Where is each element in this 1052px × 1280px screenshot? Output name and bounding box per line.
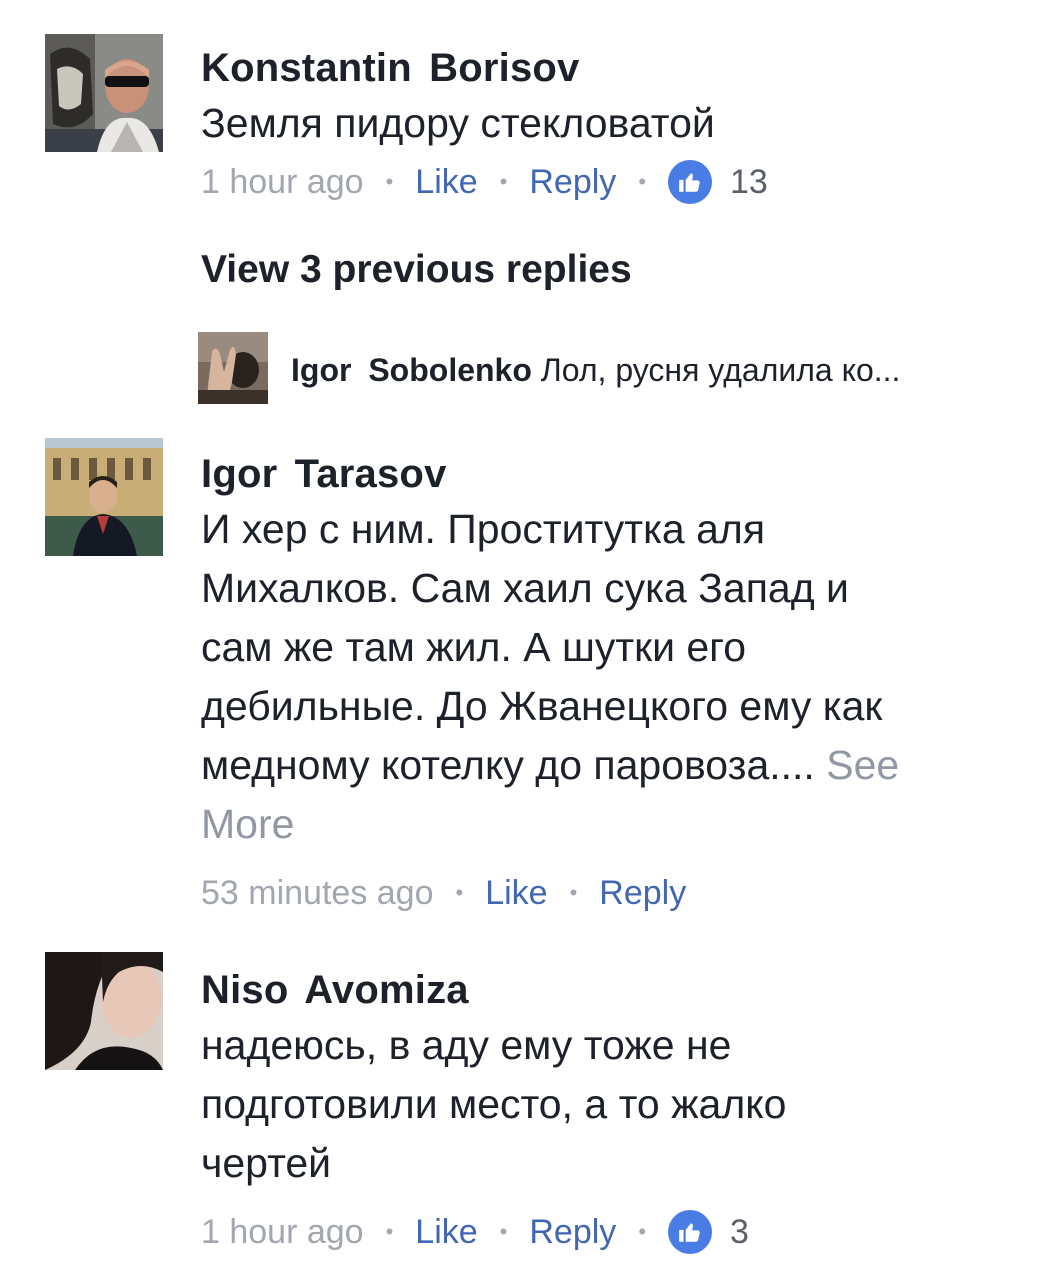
comments-page: Konstantin Borisov Земля пидору стеклова… bbox=[0, 0, 1052, 1280]
comment-meta: 1 hour ago • Like • Reply • 13 bbox=[201, 157, 1021, 207]
reply-button[interactable]: Reply bbox=[529, 163, 616, 202]
comment-text: И хер с ним. Проститутка аля Михалков. С… bbox=[201, 500, 1021, 854]
thumbs-up-icon[interactable] bbox=[668, 160, 713, 204]
see-more-link-continued[interactable]: More bbox=[201, 801, 294, 847]
reply-button[interactable]: Reply bbox=[599, 874, 686, 913]
avatar-image bbox=[45, 34, 163, 152]
comment-timestamp[interactable]: 53 minutes ago bbox=[201, 874, 434, 913]
comment-meta: 1 hour ago • Like • Reply • 3 bbox=[201, 1207, 1021, 1257]
like-button[interactable]: Like bbox=[415, 163, 477, 202]
separator-dot: • bbox=[499, 1219, 508, 1244]
reply-button[interactable]: Reply bbox=[529, 1213, 616, 1252]
comment-text-line: сам же там жил. А шутки его bbox=[201, 624, 747, 670]
comment-timestamp[interactable]: 1 hour ago bbox=[201, 1213, 364, 1252]
thumbs-up-icon[interactable] bbox=[668, 1210, 713, 1254]
comment-timestamp[interactable]: 1 hour ago bbox=[201, 163, 364, 202]
comment-text: Земля пидору стекловатой bbox=[201, 100, 715, 146]
comment-author[interactable]: Niso Avomiza bbox=[201, 966, 1021, 1014]
comment-text-line: чертей bbox=[201, 1140, 332, 1186]
separator-dot: • bbox=[455, 880, 464, 905]
avatar[interactable] bbox=[45, 438, 163, 556]
see-more-link[interactable]: See bbox=[826, 742, 899, 788]
comment-meta: 53 minutes ago • Like • Reply bbox=[201, 868, 1021, 918]
reaction-count[interactable]: 3 bbox=[730, 1213, 749, 1252]
comment-text-line: подготовили место, а то жалко bbox=[201, 1081, 787, 1127]
comment-text-fragment: медному котелку до паровоза.... bbox=[201, 742, 815, 788]
separator-dot: • bbox=[385, 169, 394, 194]
avatar[interactable] bbox=[198, 332, 268, 404]
comment-text-line: надеюсь, в аду ему тоже не bbox=[201, 1022, 732, 1068]
reply-text: Лол, русня удалила ко... bbox=[540, 352, 901, 388]
avatar-image bbox=[45, 438, 163, 556]
reaction-count[interactable]: 13 bbox=[730, 163, 768, 202]
like-button[interactable]: Like bbox=[485, 874, 547, 913]
reply-preview-line: Igor Sobolenko Лол, русня удалила ко... bbox=[291, 350, 1011, 390]
comment-text-line: More bbox=[201, 795, 1021, 854]
separator-dot: • bbox=[499, 169, 508, 194]
comment-text-line: И хер с ним. Проститутка аля bbox=[201, 506, 766, 552]
reply-author[interactable]: Igor Sobolenko bbox=[291, 352, 532, 388]
separator-dot: • bbox=[385, 1219, 394, 1244]
like-button[interactable]: Like bbox=[415, 1213, 477, 1252]
separator-dot: • bbox=[638, 169, 647, 194]
comment-author[interactable]: Igor Tarasov bbox=[201, 450, 1021, 498]
avatar[interactable] bbox=[45, 952, 163, 1070]
avatar-image bbox=[198, 332, 268, 404]
avatar[interactable] bbox=[45, 34, 163, 152]
comment-author[interactable]: Konstantin Borisov bbox=[201, 44, 1021, 92]
separator-dot: • bbox=[569, 880, 578, 905]
comment-text-line: Михалков. Сам хаил сука Запад и bbox=[201, 565, 849, 611]
view-previous-replies-link[interactable]: View 3 previous replies bbox=[201, 246, 632, 294]
separator-dot: • bbox=[638, 1219, 647, 1244]
reply-preview[interactable]: Igor Sobolenko Лол, русня удалила ко... bbox=[198, 332, 1018, 404]
avatar-image bbox=[45, 952, 163, 1070]
comment-text: надеюсь, в аду ему тоже не подготовили м… bbox=[201, 1016, 1021, 1193]
comment-text-line: медному котелку до паровоза.... See bbox=[201, 736, 1021, 795]
comment-text-line: дебильные. До Жванецкого ему как bbox=[201, 683, 883, 729]
